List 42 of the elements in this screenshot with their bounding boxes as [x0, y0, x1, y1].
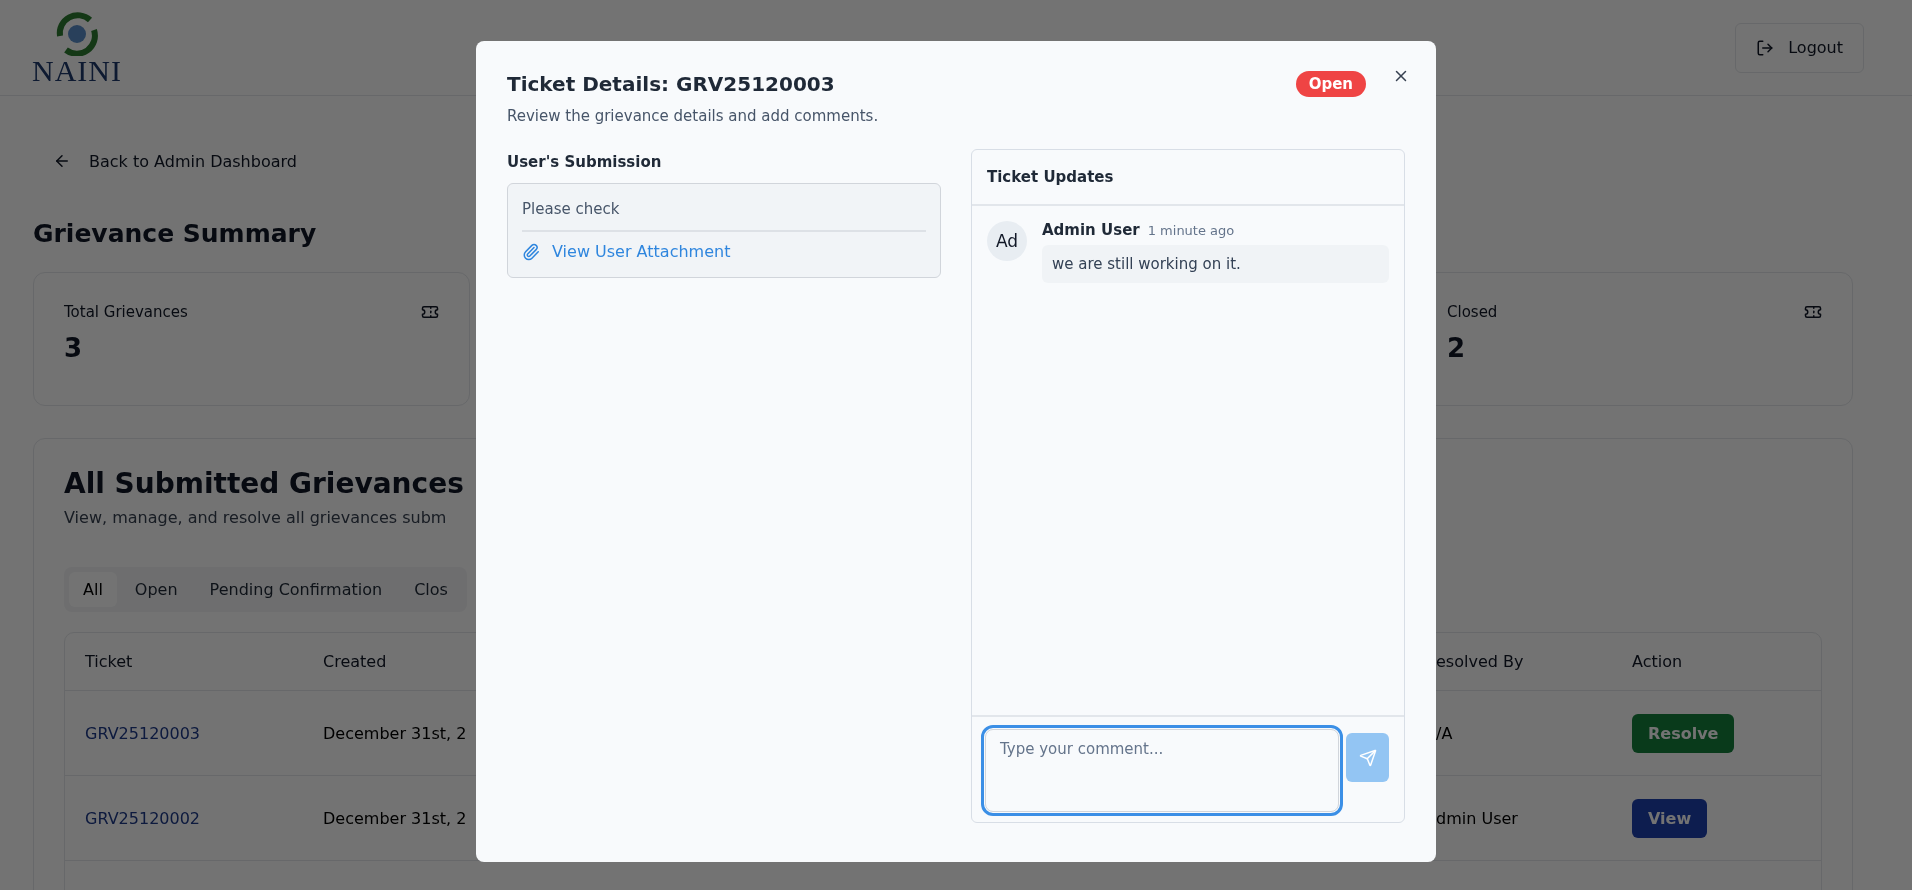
column-header: Created — [323, 652, 387, 671]
stat-value: 2 — [1447, 333, 1467, 363]
ticket-icon — [1804, 303, 1822, 321]
panel-title: Ticket Updates — [987, 168, 1114, 186]
dialog-description: Review the grievance details and add comments. — [507, 107, 880, 125]
dialog-title: Ticket Details: GRV25120003 — [507, 72, 835, 96]
paperclip-icon — [522, 242, 540, 261]
filter-tab[interactable]: Clos — [400, 572, 462, 607]
ticket-icon — [421, 303, 439, 321]
column-header: Ticket — [85, 652, 133, 671]
filter-tab[interactable]: Open — [120, 572, 192, 607]
table-cell: dmin User — [1436, 808, 1518, 828]
card-title: All Submitted Grievances — [64, 467, 465, 500]
table-cell: December 31st, 2 — [323, 723, 467, 743]
ticket-link[interactable]: GRV25120003 — [85, 723, 201, 743]
logout-icon — [1756, 38, 1775, 57]
ticket-link[interactable]: GRV25120002 — [85, 808, 201, 828]
avatar: Ad — [987, 221, 1027, 261]
logo-text: NAINI — [32, 55, 122, 86]
table-cell: December 31st, 2 — [323, 808, 467, 828]
stat-label: Total Grievances — [64, 303, 188, 321]
submission-heading: User's Submission — [507, 153, 663, 171]
send-icon — [1358, 748, 1377, 767]
comment-author: Admin User — [1042, 221, 1140, 239]
resolve-button[interactable]: Resolve — [1632, 713, 1735, 753]
back-link[interactable]: Back to Admin Dashboard — [53, 141, 297, 181]
logout-button[interactable]: Logout — [1735, 22, 1864, 73]
status-badge: Open — [1295, 71, 1366, 97]
comment-bubble: we are still working on it. — [1042, 245, 1389, 283]
filter-tab[interactable]: Pending Confirmation — [195, 572, 397, 607]
stat-value: 3 — [64, 333, 84, 363]
column-header: Action — [1632, 652, 1683, 671]
table-cell: /A — [1436, 723, 1453, 743]
column-header: esolved By — [1436, 652, 1524, 671]
view-button[interactable]: View — [1632, 798, 1708, 838]
attachment-link[interactable]: View User Attachment — [522, 242, 926, 261]
section-title: Grievance Summary — [33, 219, 317, 248]
stat-label: Closed — [1447, 303, 1498, 321]
filter-tab[interactable]: All — [69, 572, 117, 607]
comment-time: 1 minute ago — [1147, 223, 1235, 238]
card-subtitle: View, manage, and resolve all grievances subm — [64, 508, 448, 527]
submission-text: Please check — [522, 184, 926, 232]
